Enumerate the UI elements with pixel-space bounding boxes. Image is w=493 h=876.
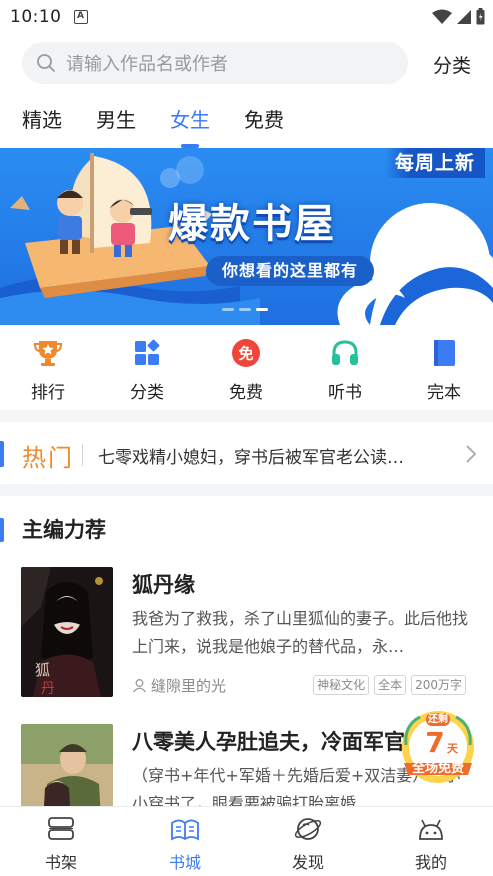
notification-icon: A — [73, 10, 88, 24]
trophy-icon — [33, 338, 63, 368]
status-bar: 10:10 A — [0, 0, 493, 34]
profile-icon — [419, 819, 443, 840]
quick-nav-ranking[interactable]: 排行 — [13, 338, 83, 403]
banner-corner-label: 每周上新 — [384, 148, 485, 178]
quick-nav-category[interactable]: 分类 — [112, 338, 182, 403]
book-tag: 全本 — [374, 675, 407, 695]
tab-female[interactable]: 女生 — [170, 104, 210, 133]
search-placeholder: 请输入作品名或作者 — [66, 54, 228, 75]
bottom-nav-discover[interactable]: 发现 — [268, 815, 348, 873]
book-author: 缝隙里的光 — [132, 675, 226, 696]
quick-nav-label: 分类 — [130, 383, 164, 403]
svg-text:丹: 丹 — [41, 681, 55, 697]
tab-free[interactable]: 免费 — [244, 104, 284, 133]
quick-nav-completed[interactable]: 完本 — [409, 338, 479, 403]
book-item[interactable]: 狐 丹 狐丹缘 我爸为了救我，杀了山里狐仙的妻子。此后他找上门来，说我是他娘子的… — [0, 567, 493, 707]
chevron-right-icon[interactable] — [465, 444, 477, 464]
hot-divider — [82, 444, 83, 466]
promo-bottom-label: 全场免费 — [411, 761, 464, 776]
quick-nav-audiobook[interactable]: 听书 — [310, 338, 380, 403]
quick-nav-free[interactable]: 免 免费 — [211, 338, 281, 403]
search-input[interactable]: 请输入作品名或作者 — [22, 42, 408, 84]
book-title[interactable]: 狐丹缘 — [132, 569, 195, 599]
hot-label: 热门 — [22, 444, 74, 472]
quick-nav: 排行 分类 免 免费 听书 完本 — [0, 326, 493, 410]
book-meta: 缝隙里的光 神秘文化 全本 200万字 — [132, 675, 472, 697]
status-time: 10:10 — [10, 7, 62, 27]
svg-text:免: 免 — [238, 345, 253, 363]
signal-icon — [457, 9, 471, 24]
quick-nav-label: 免费 — [229, 383, 263, 403]
headphones-icon — [330, 338, 360, 368]
tab-male[interactable]: 男生 — [96, 104, 136, 133]
promo-unit: 天 — [447, 742, 458, 755]
quick-nav-label: 排行 — [31, 383, 65, 403]
promo-days: 7 — [425, 726, 445, 759]
bottom-nav-label: 书架 — [44, 853, 77, 872]
svg-text:狐: 狐 — [35, 661, 50, 679]
book-title[interactable]: 八零美人孕肚追夫，冷面军官 — [132, 726, 405, 756]
tab-featured[interactable]: 精选 — [22, 104, 62, 133]
book-author-name: 缝隙里的光 — [151, 677, 227, 695]
bottom-nav-bookshelf[interactable]: 书架 — [21, 815, 101, 873]
category-button[interactable]: 分类 — [433, 51, 471, 78]
hot-headline[interactable]: 七零戏精小媳妇，穿书后被军官老公读… — [98, 443, 438, 468]
book-cover[interactable]: 狐 丹 — [21, 567, 113, 697]
bottom-nav-profile[interactable]: 我的 — [391, 815, 471, 873]
book-tag: 神秘文化 — [313, 675, 370, 695]
search-icon — [37, 54, 55, 72]
user-icon — [132, 679, 147, 693]
free-icon: 免 — [231, 338, 261, 368]
quick-nav-label: 完本 — [427, 383, 461, 403]
section-divider — [0, 484, 493, 496]
banner-title: 爆款书屋 — [168, 201, 336, 247]
bottom-nav-bookstore[interactable]: 书城 — [145, 815, 225, 873]
category-icon — [132, 338, 162, 368]
quick-nav-label: 听书 — [328, 383, 362, 403]
wifi-icon — [432, 9, 452, 24]
bookshelf-icon — [48, 817, 74, 840]
book-tag: 200万字 — [411, 675, 466, 695]
bottom-nav: 书架 书城 发现 我的 — [0, 806, 493, 876]
book-icon — [429, 338, 459, 368]
battery-icon — [476, 8, 485, 25]
search-row: 请输入作品名或作者 分类 — [0, 42, 493, 84]
hot-row[interactable]: 热门 七零戏精小媳妇，穿书后被军官老公读… — [0, 424, 493, 484]
hot-accent — [0, 441, 4, 467]
bottom-nav-label: 我的 — [414, 853, 447, 872]
banner-dot[interactable] — [222, 308, 234, 311]
banner-pagination — [222, 308, 268, 311]
promo-badge[interactable]: 还剩 7 天 全场免费 — [396, 705, 480, 789]
book-tags: 神秘文化 全本 200万字 — [313, 675, 466, 695]
banner[interactable]: 爆款书屋 你想看的这里都有 每周上新 — [0, 148, 493, 325]
banner-subtitle: 你想看的这里都有 — [206, 256, 375, 286]
section-accent — [0, 518, 4, 542]
book-description: 我爸为了救我，杀了山里狐仙的妻子。此后他找上门来，说我是他娘子的替代品，永… — [132, 609, 469, 656]
bottom-nav-label: 发现 — [291, 853, 324, 872]
section-title: 主编力荐 — [22, 518, 106, 542]
bookstore-icon — [171, 819, 199, 841]
planet-icon — [294, 818, 322, 840]
section-divider — [0, 410, 493, 422]
banner-dot-active[interactable] — [256, 308, 268, 311]
status-icons — [432, 8, 485, 25]
bottom-nav-label: 书城 — [168, 853, 201, 872]
banner-dot[interactable] — [239, 308, 251, 311]
channel-tabs: 精选 男生 女生 免费 — [0, 104, 493, 150]
